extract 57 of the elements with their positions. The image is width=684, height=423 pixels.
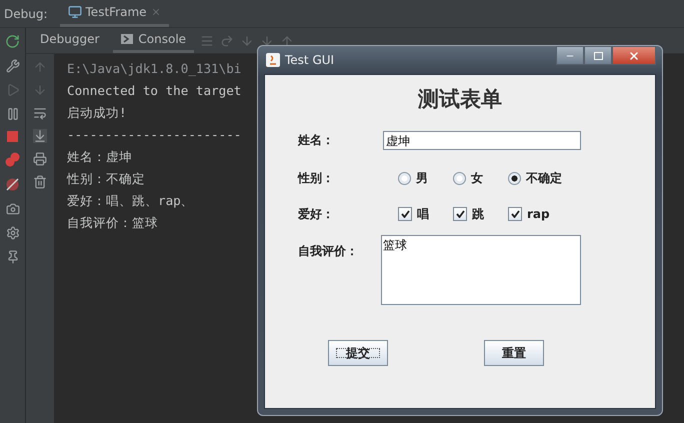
settings-icon[interactable]	[6, 226, 20, 240]
print-icon[interactable]	[33, 152, 47, 166]
radio-label: 不确定	[526, 170, 562, 186]
checkmark-icon	[400, 210, 410, 218]
console-line: 启动成功!	[67, 104, 128, 122]
form-button[interactable]: 重置	[484, 340, 544, 366]
debug-label: Debug:	[4, 6, 48, 20]
checkbox[interactable]	[508, 207, 522, 221]
name-field[interactable]: 虚坤	[383, 130, 581, 150]
checkbox-label: 跳	[472, 206, 484, 222]
breakpoints-icon[interactable]	[5, 152, 20, 167]
radio-button[interactable]	[453, 172, 466, 184]
radio-button[interactable]	[508, 172, 521, 184]
form-heading: 测试表单	[416, 85, 503, 113]
radio-button[interactable]	[398, 172, 411, 184]
pause-icon[interactable]	[6, 107, 20, 121]
console-line: 性别：不确定	[67, 170, 146, 188]
self-evaluation-area[interactable]: 篮球	[381, 235, 581, 305]
checkbox[interactable]	[398, 207, 412, 221]
checkbox-label: 唱	[417, 206, 429, 222]
step-out-icon[interactable]	[280, 34, 294, 48]
console-line: 自我评价：篮球	[67, 214, 159, 232]
wrap-icon[interactable]	[33, 106, 47, 120]
maximize-icon	[594, 52, 602, 60]
checkbox-label: rap	[527, 207, 550, 221]
window-title: Test GUI	[285, 53, 336, 67]
field-label: 自我评价：	[298, 243, 359, 260]
trash-icon[interactable]	[33, 175, 47, 189]
field-label: 爱好：	[298, 206, 335, 222]
checkmark-icon	[510, 210, 520, 218]
maximize-button[interactable]	[584, 46, 612, 65]
force-step-into-icon[interactable]	[260, 34, 274, 48]
checkbox[interactable]	[453, 207, 467, 221]
mute-breakpoints-icon[interactable]	[5, 177, 20, 192]
pin-icon[interactable]	[6, 250, 20, 264]
radio-label: 女	[471, 170, 483, 186]
close-icon	[628, 50, 640, 62]
scroll-to-end-icon[interactable]	[33, 129, 47, 143]
wrench-icon[interactable]	[6, 59, 20, 73]
rerun-icon[interactable]	[5, 34, 20, 49]
close-icon[interactable]	[150, 7, 161, 17]
console-line: Connected to the target	[67, 82, 242, 100]
camera-icon[interactable]	[6, 202, 20, 216]
console-line: 爱好：唱、跳、rap、	[67, 192, 195, 210]
field-label: 性别：	[298, 170, 335, 186]
console-line: -----------------------	[67, 126, 242, 144]
field-label: 姓名：	[298, 132, 335, 148]
panel-tab[interactable]: Console	[113, 28, 194, 53]
panel-tab[interactable]: Debugger	[32, 28, 108, 53]
monitor-icon	[68, 5, 82, 19]
console-line: 姓名：虚坤	[67, 148, 133, 166]
checkmark-icon	[456, 210, 464, 218]
radio-label: 男	[416, 170, 428, 186]
close-button[interactable]	[612, 46, 656, 65]
console-icon	[121, 34, 134, 44]
minimize-button[interactable]	[556, 46, 584, 65]
console-line: E:\Java\jdk1.8.0_131\bi	[67, 60, 242, 78]
